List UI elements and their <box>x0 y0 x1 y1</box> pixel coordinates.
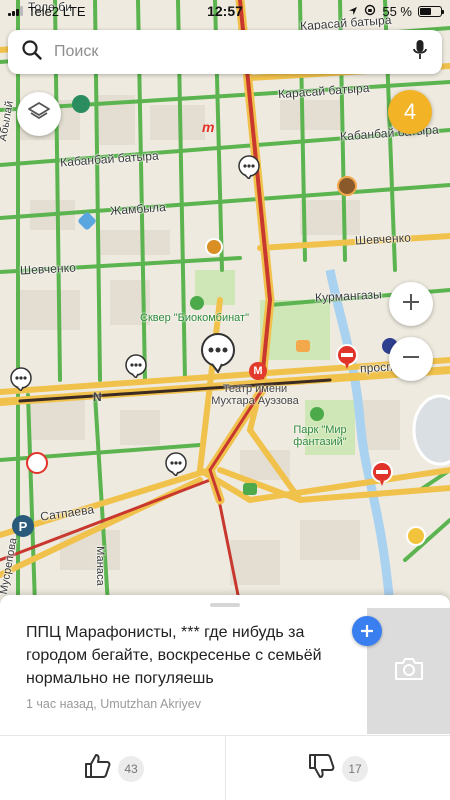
bus-stop-icon[interactable] <box>243 483 257 495</box>
layers-button[interactable] <box>17 92 61 136</box>
brand-poi-icon[interactable]: m <box>202 119 214 135</box>
street-label-manasa: Манаса <box>93 546 106 586</box>
comment-pin-icon[interactable] <box>165 452 187 481</box>
layers-icon <box>27 101 51 128</box>
divider <box>225 736 226 800</box>
camera-icon <box>394 657 424 686</box>
microphone-icon[interactable] <box>412 39 428 66</box>
marker-letter-n: N <box>93 390 102 404</box>
comment-pin-selected-icon[interactable] <box>200 333 236 378</box>
like-button[interactable]: 43 <box>84 753 144 784</box>
battery-icon <box>418 5 444 17</box>
dislike-count: 17 <box>342 755 368 782</box>
traffic-score-badge[interactable]: 4 <box>388 90 432 134</box>
like-count: 43 <box>118 755 144 782</box>
place-label-fantasy-park: Парк "Мир фантазий" <box>293 424 347 448</box>
battery-percent: 55 % <box>382 3 412 19</box>
comment-sheet[interactable]: ППЦ Марафонисты, *** где нибудь за город… <box>0 595 450 800</box>
food-poi-icon[interactable] <box>337 176 357 196</box>
signal-strength-icon <box>8 6 23 16</box>
orientation-lock-icon <box>364 4 376 19</box>
minus-icon <box>401 347 421 372</box>
sport-poi-icon[interactable] <box>72 95 90 113</box>
status-bar: Tele2 LTE 12:57 55 % <box>0 0 450 22</box>
street-label-shevchenko-right: Шевченко <box>354 230 412 248</box>
search-icon <box>22 39 42 65</box>
tree-icon <box>310 407 324 421</box>
comment-pin-icon[interactable] <box>10 367 32 396</box>
search-input[interactable] <box>54 43 412 61</box>
thumbs-up-icon <box>84 753 112 784</box>
penguin-poi-icon[interactable] <box>406 526 426 546</box>
comment-pin-icon[interactable] <box>125 354 147 383</box>
metro-icon[interactable]: М <box>249 362 267 380</box>
map-view[interactable]: Толе би Карасай батыра Карасай батыра Ка… <box>0 0 450 605</box>
place-label-biokombinat: Сквер "Биокомбинат" <box>140 312 249 324</box>
shop-poi-icon[interactable] <box>205 238 223 256</box>
thumbs-down-icon <box>308 753 336 784</box>
dislike-button[interactable]: 17 <box>308 753 368 784</box>
plus-icon <box>401 292 421 317</box>
tree-icon <box>190 296 204 310</box>
sheet-grabber[interactable] <box>210 603 240 607</box>
location-arrow-icon <box>348 4 358 19</box>
search-bar[interactable] <box>8 30 442 74</box>
carrier-label: Tele2 LTE <box>28 3 86 19</box>
zoom-in-button[interactable] <box>389 282 433 326</box>
add-comment-button[interactable] <box>352 616 382 646</box>
car-service-icon[interactable] <box>26 452 48 474</box>
comment-text: ППЦ Марафонисты, *** где нибудь за город… <box>26 624 322 687</box>
zoom-out-button[interactable] <box>389 337 433 381</box>
street-label-shevchenko-left: Шевченко <box>19 260 77 278</box>
place-label-theatre: Театр имени Мухтара Ауэзова <box>211 383 299 407</box>
plus-icon <box>360 620 374 642</box>
parking-icon[interactable]: P <box>12 515 34 537</box>
road-closed-icon[interactable] <box>371 461 393 492</box>
comment-meta: 1 час назад, Umutzhan Akriyev <box>26 697 201 711</box>
road-closed-icon[interactable] <box>336 344 358 375</box>
comment-pin-icon[interactable] <box>238 155 260 184</box>
attraction-poi-icon[interactable] <box>296 340 310 352</box>
